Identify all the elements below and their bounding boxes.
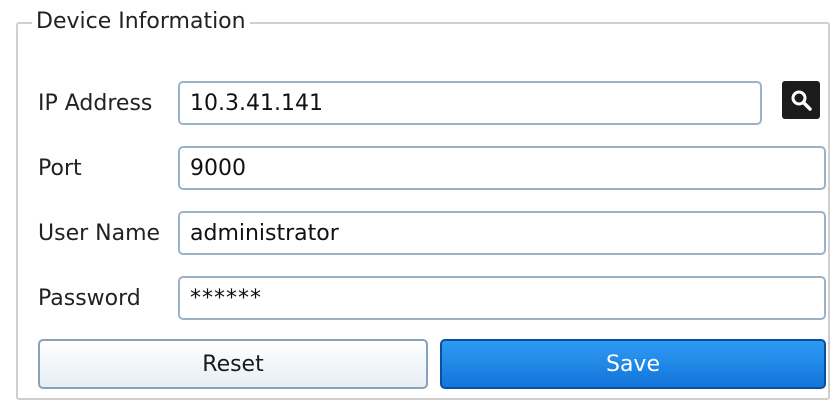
port-label: Port (38, 156, 82, 181)
user-name-input[interactable] (178, 211, 826, 255)
group-title: Device Information (32, 8, 250, 36)
search-icon (791, 90, 812, 111)
password-input[interactable] (178, 276, 826, 320)
password-label: Password (38, 286, 141, 311)
ip-address-label: IP Address (38, 91, 153, 116)
user-name-label: User Name (38, 221, 161, 246)
reset-button[interactable]: Reset (38, 339, 428, 389)
save-button[interactable]: Save (440, 339, 826, 389)
search-button[interactable] (782, 81, 820, 119)
ip-address-input[interactable] (178, 81, 762, 125)
port-input[interactable] (178, 146, 826, 190)
device-information-group: Device Information IP Address Port User … (16, 8, 830, 400)
